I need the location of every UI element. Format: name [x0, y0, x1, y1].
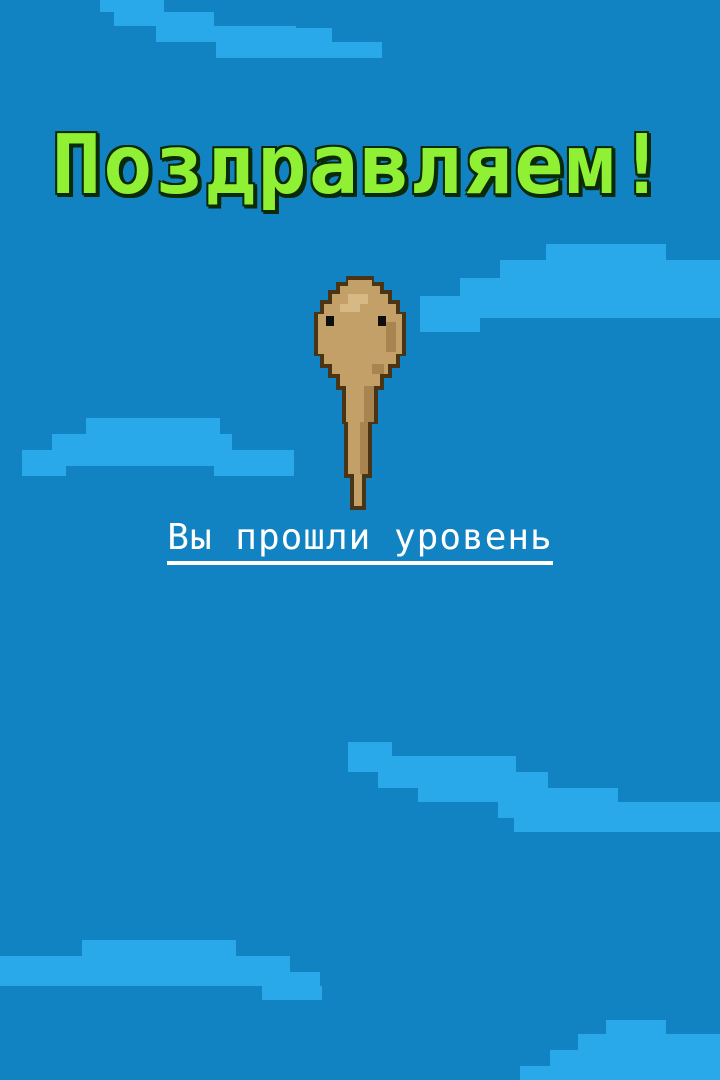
cloud-bottom-left — [0, 940, 322, 1000]
subtitle-container: Вы прошли уровень — [0, 516, 720, 565]
cloud-right-lower — [348, 742, 720, 832]
cloud-top — [100, 0, 382, 58]
level-complete-title: Поздравляем! — [51, 118, 669, 213]
cloud-bottom-right — [520, 1020, 720, 1080]
game-scene: Поздравляем! Вы прошли уровень — [0, 0, 720, 1080]
cloud-left-mid — [22, 418, 294, 476]
level-passed-link[interactable]: Вы прошли уровень — [167, 516, 553, 565]
cloud-right-upper — [420, 244, 720, 332]
sperm-sprite — [314, 276, 406, 510]
